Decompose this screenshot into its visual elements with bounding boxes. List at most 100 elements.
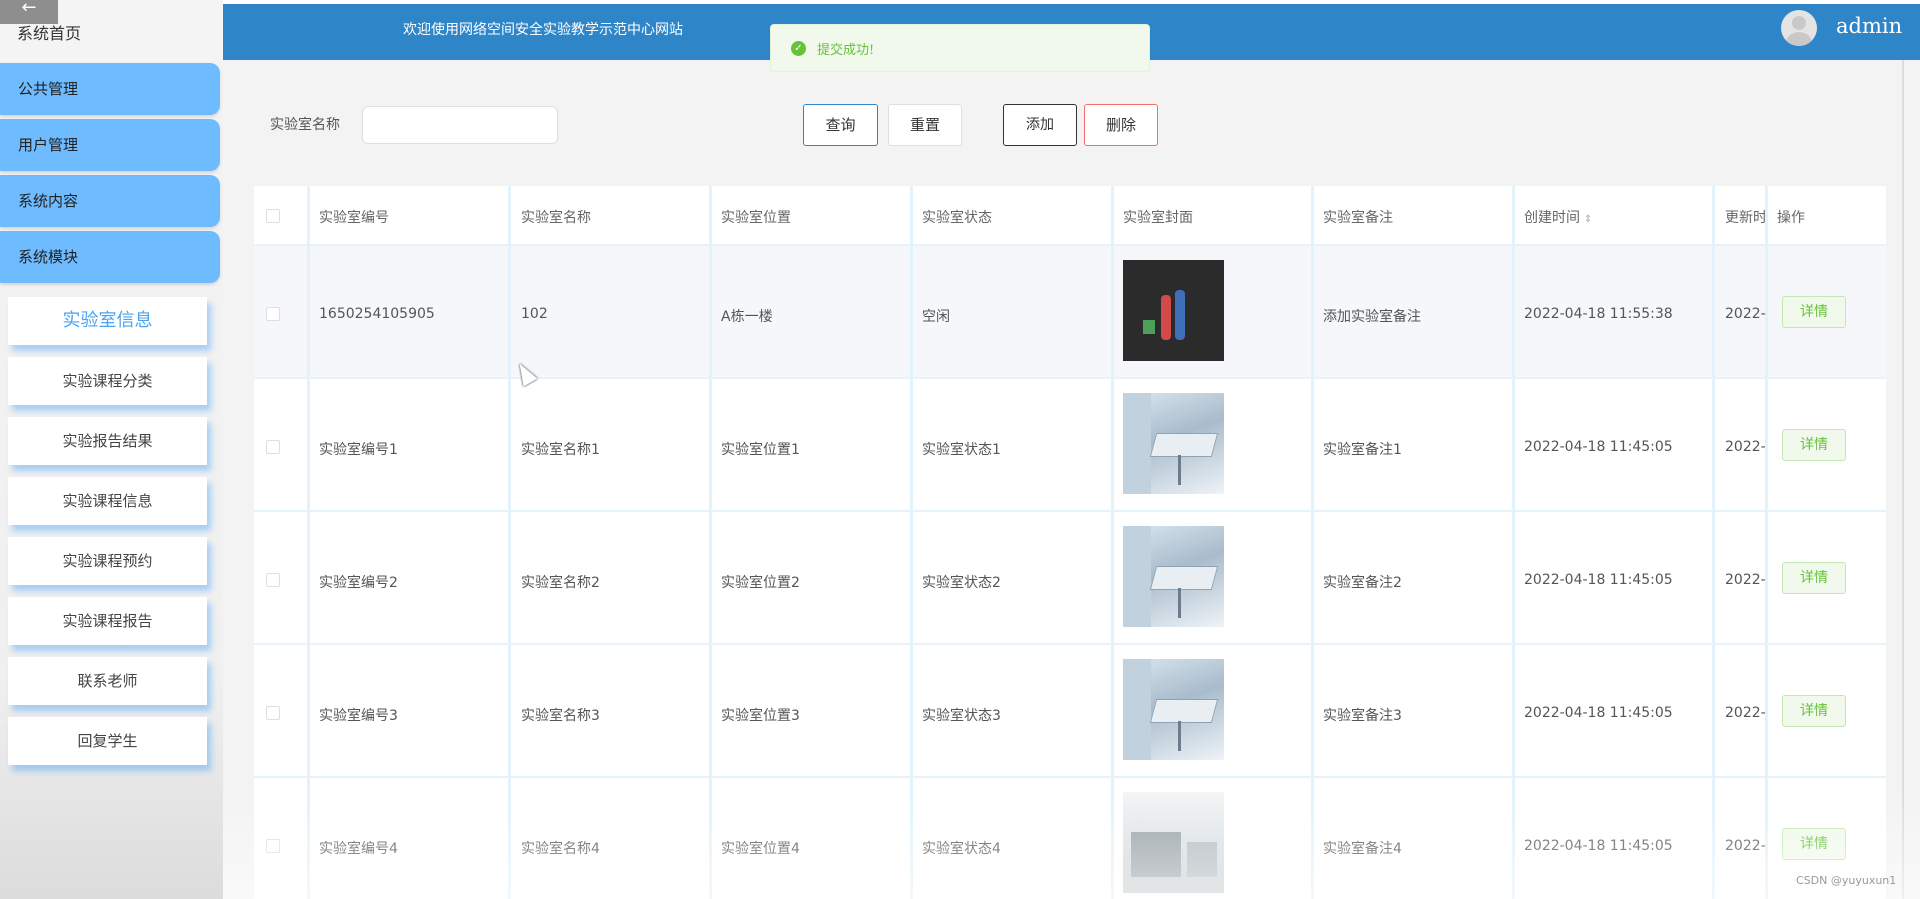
row-checkbox[interactable] [266, 573, 280, 587]
sidebar-item-reply-student[interactable]: 回复学生 [8, 717, 207, 765]
cell-updated: 2022- [1725, 306, 1766, 322]
cell-note: 实验室备注1 [1323, 442, 1402, 458]
sidebar-item-course-info[interactable]: 实验课程信息 [8, 477, 207, 525]
sidebar-item-report-results[interactable]: 实验报告结果 [8, 417, 207, 465]
table-row: 实验室编号3 实验室名称3 实验室位置3 实验室状态3 实验室备注3 2022-… [254, 645, 1886, 778]
toast-message: 提交成功! [817, 43, 875, 58]
cell-code: 实验室编号1 [319, 442, 398, 458]
cell-status: 实验室状态4 [922, 841, 1001, 857]
menu-group-public[interactable]: 公共管理 [0, 63, 220, 115]
cell-location: 实验室位置3 [721, 708, 800, 724]
cell-updated: 2022- [1725, 705, 1766, 721]
lab-table: 1650254105905 102 A栋一楼 空闲 添加实验室备注 2022-0… [254, 186, 1886, 899]
menu-group-users[interactable]: 用户管理 [0, 119, 220, 171]
cell-location: 实验室位置4 [721, 841, 800, 857]
menu-group-content[interactable]: 系统内容 [0, 175, 220, 227]
row-checkbox[interactable] [266, 706, 280, 720]
cell-status: 空闲 [922, 309, 950, 325]
query-button[interactable]: 查询 [803, 104, 878, 146]
row-checkbox[interactable] [266, 307, 280, 321]
cell-code: 实验室编号4 [319, 841, 398, 857]
avatar[interactable] [1781, 10, 1817, 46]
sidebar-item-contact-teacher[interactable]: 联系老师 [8, 657, 207, 705]
reset-button[interactable]: 重置 [888, 104, 962, 146]
column-divider [508, 186, 511, 899]
column-divider [910, 186, 913, 899]
col-header-code: 实验室编号 [319, 210, 389, 226]
sidebar: ← 系统首页 公共管理 用户管理 系统内容 系统模块 实验室信息 实验课程分类 … [0, 0, 223, 899]
col-header-created-label: 创建时间 [1524, 210, 1580, 226]
check-circle-icon: ✓ [791, 41, 806, 56]
cover-image [1123, 393, 1224, 494]
cover-image [1123, 792, 1224, 893]
sort-icon[interactable]: ⇕ [1584, 214, 1592, 225]
col-header-created[interactable]: 创建时间 ⇕ [1524, 207, 1592, 227]
cell-status: 实验室状态3 [922, 708, 1001, 724]
select-all-checkbox[interactable] [266, 209, 280, 223]
column-divider [709, 186, 712, 899]
cell-updated: 2022- [1725, 439, 1766, 455]
cell-note: 实验室备注3 [1323, 708, 1402, 724]
cell-created: 2022-04-18 11:45:05 [1524, 705, 1673, 721]
add-button[interactable]: 添加 [1003, 104, 1077, 146]
cell-created: 2022-04-18 11:55:38 [1524, 306, 1673, 322]
lab-name-input[interactable] [362, 106, 558, 144]
cell-status: 实验室状态1 [922, 442, 1001, 458]
cell-location: 实验室位置2 [721, 575, 800, 591]
cell-note: 实验室备注2 [1323, 575, 1402, 591]
cell-code: 1650254105905 [319, 306, 435, 322]
detail-button[interactable]: 详情 [1782, 562, 1846, 594]
delete-button[interactable]: 删除 [1084, 104, 1158, 146]
col-header-name: 实验室名称 [521, 210, 591, 226]
cell-code: 实验室编号2 [319, 575, 398, 591]
row-checkbox[interactable] [266, 839, 280, 853]
table-row: 实验室编号2 实验室名称2 实验室位置2 实验室状态2 实验室备注2 2022-… [254, 512, 1886, 645]
cover-image [1123, 526, 1224, 627]
cell-created: 2022-04-18 11:45:05 [1524, 838, 1673, 854]
column-divider [1311, 186, 1314, 899]
sidebar-item-course-report[interactable]: 实验课程报告 [8, 597, 207, 645]
col-header-cover: 实验室封面 [1123, 210, 1193, 226]
sidebar-item-course-category[interactable]: 实验课程分类 [8, 357, 207, 405]
cell-location: A栋一楼 [721, 309, 773, 325]
col-header-location: 实验室位置 [721, 210, 791, 226]
column-divider [1111, 186, 1114, 899]
detail-button[interactable]: 详情 [1782, 695, 1846, 727]
detail-button[interactable]: 详情 [1782, 828, 1846, 860]
cell-note: 添加实验室备注 [1323, 309, 1421, 325]
col-header-updated: 更新时 [1725, 210, 1765, 226]
cell-location: 实验室位置1 [721, 442, 800, 458]
site-title: 欢迎使用网络空间安全实验教学示范中心网站 [403, 22, 683, 38]
table-row: 实验室编号4 实验室名称4 实验室位置4 实验室状态4 实验室备注4 2022-… [254, 778, 1886, 899]
column-divider [1712, 186, 1715, 899]
cell-name: 实验室名称1 [521, 442, 600, 458]
detail-button[interactable]: 详情 [1782, 296, 1846, 328]
column-divider [307, 186, 310, 899]
watermark: CSDN @yuyuxun1 [1796, 874, 1897, 887]
table-row: 1650254105905 102 A栋一楼 空闲 添加实验室备注 2022-0… [254, 246, 1886, 379]
detail-button[interactable]: 详情 [1782, 429, 1846, 461]
sidebar-home-link[interactable]: 系统首页 [17, 20, 81, 44]
lab-name-label: 实验室名称 [270, 117, 340, 133]
cell-name: 实验室名称3 [521, 708, 600, 724]
success-toast: ✓ 提交成功! [770, 24, 1150, 72]
username[interactable]: admin [1836, 14, 1902, 38]
col-header-status: 实验室状态 [922, 210, 992, 226]
cell-status: 实验室状态2 [922, 575, 1001, 591]
sidebar-item-course-booking[interactable]: 实验课程预约 [8, 537, 207, 585]
column-divider [1765, 186, 1768, 899]
cell-name: 102 [521, 306, 548, 322]
cell-name: 实验室名称4 [521, 841, 600, 857]
cell-note: 实验室备注4 [1323, 841, 1402, 857]
sidebar-item-lab-info[interactable]: 实验室信息 [8, 297, 207, 345]
row-checkbox[interactable] [266, 440, 280, 454]
cover-image [1123, 659, 1224, 760]
cell-updated: 2022- [1725, 572, 1766, 588]
table-header: 实验室编号 实验室名称 实验室位置 实验室状态 实验室封面 实验室备注 创建时间… [254, 186, 1886, 246]
col-header-note: 实验室备注 [1323, 210, 1393, 226]
col-header-actions: 操作 [1777, 210, 1805, 226]
column-divider [1512, 186, 1515, 899]
main-divider [1902, 60, 1904, 899]
menu-group-modules[interactable]: 系统模块 [0, 231, 220, 283]
cover-image [1123, 260, 1224, 361]
